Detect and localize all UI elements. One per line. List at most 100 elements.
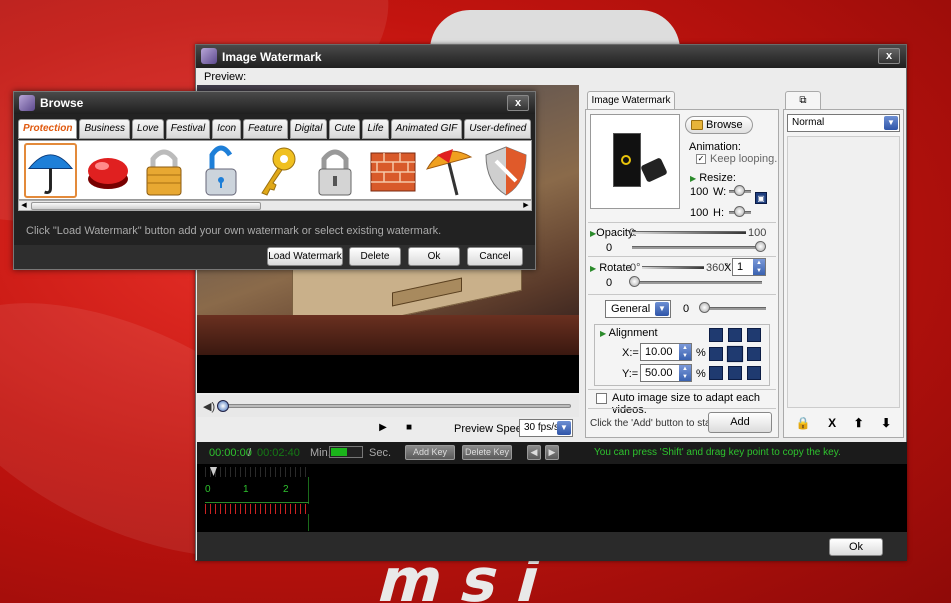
delete-layer-icon[interactable]: X [828, 416, 836, 430]
track-keys [205, 504, 309, 514]
chevron-down-icon[interactable]: ▼ [655, 302, 669, 316]
load-watermark-button[interactable]: Load Watermark [267, 247, 343, 266]
main-titlebar[interactable]: Image Watermark x [196, 45, 906, 68]
volume-icon[interactable]: ◀) [203, 400, 215, 413]
gold-padlock-icon[interactable] [138, 143, 191, 198]
y-position-value: 50.00 [645, 367, 673, 379]
stop-button[interactable]: ■ [402, 422, 416, 436]
scroll-right-icon[interactable]: ▶ [521, 201, 531, 210]
browse-button[interactable]: Browse [685, 116, 753, 134]
chevron-down-icon[interactable]: ▼ [884, 116, 898, 130]
time-separator: / [248, 447, 252, 459]
timeline-toolbar: 00:00:00 / 00:02:40 Min. Sec. Add Key De… [197, 442, 907, 464]
layer-toolbar: 🔒 X ⬆ ⬇ [787, 412, 900, 434]
timeline[interactable]: 0 1 2 [197, 464, 907, 532]
blend-mode-select[interactable]: Normal ▼ [787, 114, 900, 132]
align-bottom-left[interactable] [709, 366, 723, 380]
tab-protection[interactable]: Protection [18, 119, 78, 139]
tab-user-defined[interactable]: User-defined [464, 119, 532, 139]
watermark-icon-gallery [18, 140, 532, 200]
auto-size-checkbox[interactable] [596, 393, 607, 404]
opacity-slider-knob[interactable] [755, 241, 766, 252]
rotate-slider-knob[interactable] [629, 276, 640, 287]
close-button[interactable]: x [878, 48, 900, 64]
preview-speed-select[interactable]: 30 fps/s ▼ [519, 419, 573, 437]
next-key-icon[interactable]: ▶ [545, 445, 559, 460]
track-line [205, 502, 309, 503]
chevron-down-icon[interactable]: ▼ [557, 421, 571, 435]
general-slider-knob[interactable] [699, 302, 710, 313]
umbrella-icon[interactable] [24, 143, 77, 198]
width-slider-knob[interactable] [734, 185, 745, 196]
time-unit-toggle[interactable] [329, 446, 363, 458]
gallery-scrollbar[interactable]: ◀ ▶ [18, 200, 532, 211]
brick-wall-icon[interactable] [366, 143, 419, 198]
seek-thumb[interactable] [217, 400, 229, 412]
add-button[interactable]: Add [708, 412, 772, 433]
align-top-right[interactable] [747, 328, 761, 342]
align-bottom-right[interactable] [747, 366, 761, 380]
tab-festival[interactable]: Festival [165, 119, 211, 139]
shield-icon[interactable] [480, 143, 531, 198]
move-down-icon[interactable]: ⬇ [881, 416, 891, 430]
height-slider-knob[interactable] [734, 206, 745, 217]
play-button[interactable]: ▶ [376, 422, 390, 436]
lock-icon[interactable]: ▣ [755, 192, 767, 204]
shift-hint: You can press 'Shift' and drag key point… [594, 447, 841, 458]
divider [588, 256, 776, 257]
seek-bar[interactable] [221, 404, 571, 408]
ruler-ticks [205, 467, 309, 477]
ok-button[interactable]: Ok [829, 538, 883, 556]
layer-list[interactable] [787, 136, 900, 408]
tab-cute[interactable]: Cute [329, 119, 361, 139]
scrollbar-thumb[interactable] [31, 202, 261, 210]
y-position-stepper[interactable]: 50.00 ▲ ▼ [640, 364, 692, 382]
spin-arrows-icon[interactable]: ▲ ▼ [679, 365, 691, 381]
align-top-center[interactable] [728, 328, 742, 342]
align-middle-right[interactable] [747, 347, 761, 361]
key-icon[interactable] [252, 143, 305, 198]
rotate-slider[interactable] [632, 281, 762, 284]
move-up-icon[interactable]: ⬆ [854, 416, 864, 430]
rotate-count-stepper[interactable]: 1 ▲ ▼ [732, 258, 766, 276]
lock-icon[interactable]: 🔒 [796, 416, 811, 430]
opacity-slider[interactable] [632, 246, 762, 249]
tab-icon[interactable]: Icon [212, 119, 242, 139]
browse-label: Browse [706, 119, 743, 131]
red-button-icon[interactable] [81, 143, 134, 198]
add-key-button[interactable]: Add Key [405, 445, 455, 460]
align-bottom-center[interactable] [728, 366, 742, 380]
tab-business[interactable]: Business [79, 119, 131, 139]
align-middle-left[interactable] [709, 347, 723, 361]
blue-padlock-icon[interactable] [195, 143, 248, 198]
align-top-left[interactable] [709, 328, 723, 342]
y-percent: % [696, 368, 706, 380]
spin-arrows-icon[interactable]: ▲ ▼ [753, 259, 765, 275]
delete-button[interactable]: Delete [349, 247, 401, 266]
delete-key-button[interactable]: Delete Key [462, 445, 512, 460]
tab-love[interactable]: Love [132, 119, 164, 139]
scroll-left-icon[interactable]: ◀ [19, 201, 29, 210]
general-select[interactable]: General ▼ [605, 300, 671, 318]
tab-digital[interactable]: Digital [289, 119, 328, 139]
tab-image-watermark[interactable]: Image Watermark [587, 91, 675, 109]
beach-umbrella-icon[interactable] [423, 143, 476, 198]
silver-padlock-icon[interactable] [309, 143, 362, 198]
x-position-stepper[interactable]: 10.00 ▲ ▼ [640, 343, 692, 361]
browse-hint: Click "Load Watermark" button add your o… [26, 225, 442, 237]
close-button[interactable]: x [507, 95, 529, 111]
align-center[interactable] [726, 345, 744, 363]
keep-looping-checkbox[interactable]: ✓ [696, 154, 706, 164]
cancel-button[interactable]: Cancel [467, 247, 523, 266]
ok-button[interactable]: Ok [408, 247, 460, 266]
spin-arrows-icon[interactable]: ▲ ▼ [679, 344, 691, 360]
tab-layers[interactable]: ⧉ [785, 91, 821, 109]
general-slider[interactable] [702, 307, 766, 310]
folder-icon [691, 120, 703, 130]
browse-titlebar[interactable]: Browse x [14, 92, 535, 114]
tab-animated-gif[interactable]: Animated GIF [390, 119, 463, 139]
prev-key-icon[interactable]: ◀ [527, 445, 541, 460]
rotate-min: :0° [627, 262, 641, 274]
tab-feature[interactable]: Feature [243, 119, 288, 139]
tab-life[interactable]: Life [362, 119, 389, 139]
